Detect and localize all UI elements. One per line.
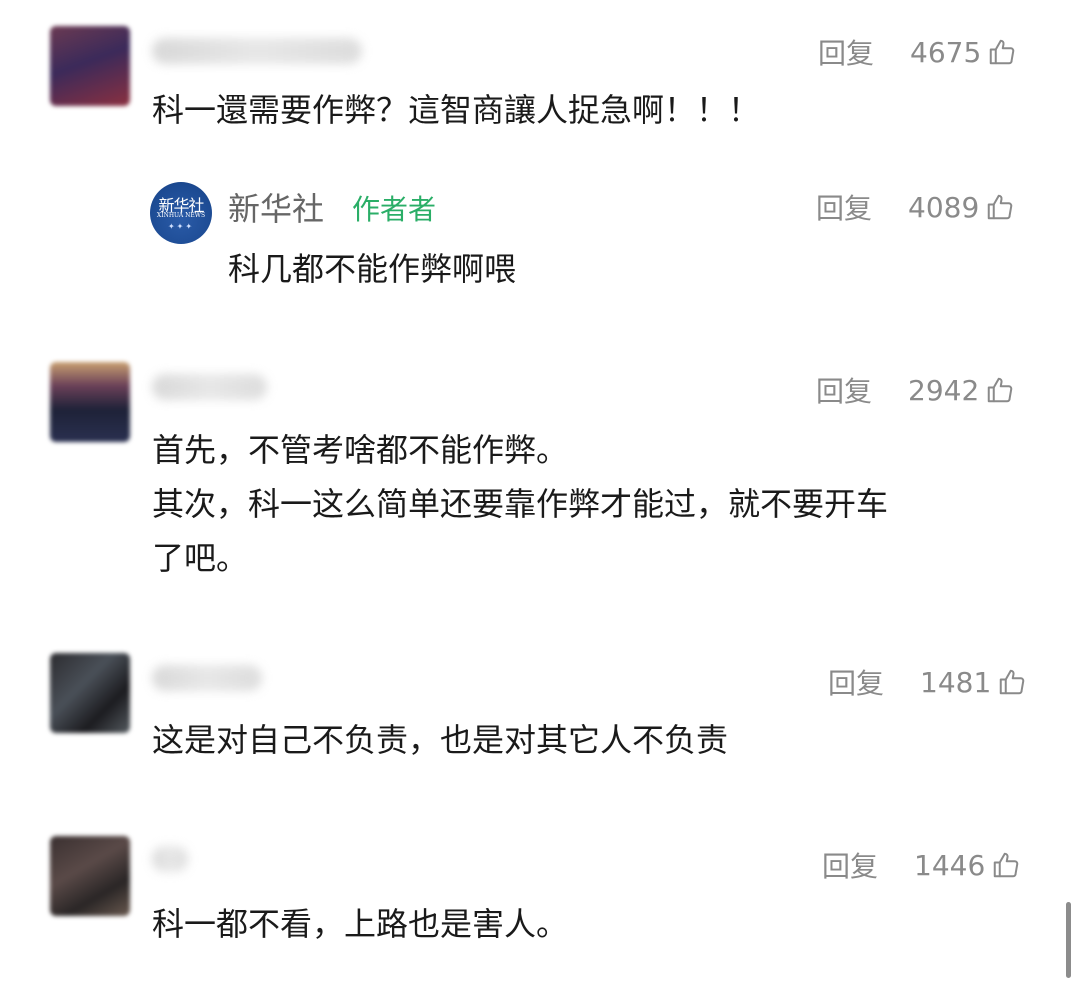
xinhua-avatar[interactable]: 新华社 XINHUA NEWS ✦✦✦ <box>150 182 212 244</box>
username-blurred[interactable] <box>152 665 262 691</box>
scrollbar[interactable] <box>1066 902 1071 978</box>
thumbs-up-icon[interactable] <box>985 375 1015 405</box>
author-badge: 作者者 <box>352 193 437 226</box>
like-count: 4675 <box>910 35 982 69</box>
reply-button[interactable]: 回复 <box>816 370 872 410</box>
reply-actions: 回复 4089 <box>816 187 1015 227</box>
like-count: 1446 <box>914 848 986 882</box>
thumbs-up-icon[interactable] <box>997 667 1027 697</box>
comment-actions: 回复 1446 <box>822 845 1021 885</box>
reply-text: 科几都不能作弊啊喂 <box>228 250 517 288</box>
stars-decoration: ✦✦✦ <box>167 222 195 231</box>
comment-text: 科一還需要作弊？這智商讓人捉急啊！！！ <box>152 91 761 129</box>
comment-text: 科一都不看，上路也是害人。 <box>152 905 569 943</box>
comment-text: 首先，不管考啥都不能作弊。 其次，科一这么简单还要靠作弊才能过，就不要开车 了吧… <box>152 431 889 577</box>
like-count: 2942 <box>908 373 980 407</box>
like-count: 1481 <box>920 665 992 699</box>
reply-button[interactable]: 回复 <box>822 845 878 885</box>
thumbs-up-icon[interactable] <box>985 192 1015 222</box>
reply-button[interactable]: 回复 <box>828 662 884 702</box>
comment-actions: 回复 2942 <box>816 370 1015 410</box>
username-blurred[interactable] <box>152 846 188 872</box>
reply-username[interactable]: 新华社 <box>228 184 324 230</box>
comment-actions: 回复 4675 <box>818 32 1017 72</box>
avatar[interactable] <box>50 26 130 106</box>
reply-button[interactable]: 回复 <box>818 32 874 72</box>
avatar[interactable] <box>50 836 130 916</box>
username-blurred[interactable] <box>152 38 362 64</box>
username-blurred[interactable] <box>152 374 267 400</box>
comment-text: 这是对自己不负责，也是对其它人不负责 <box>152 721 729 759</box>
thumbs-up-icon[interactable] <box>987 37 1017 67</box>
avatar[interactable] <box>50 653 130 733</box>
like-count: 4089 <box>908 190 980 224</box>
avatar[interactable] <box>50 362 130 442</box>
reply-button[interactable]: 回复 <box>816 187 872 227</box>
thumbs-up-icon[interactable] <box>991 850 1021 880</box>
comment-actions: 回复 1481 <box>828 662 1027 702</box>
xinhua-logo-en: XINHUA NEWS <box>156 212 206 219</box>
